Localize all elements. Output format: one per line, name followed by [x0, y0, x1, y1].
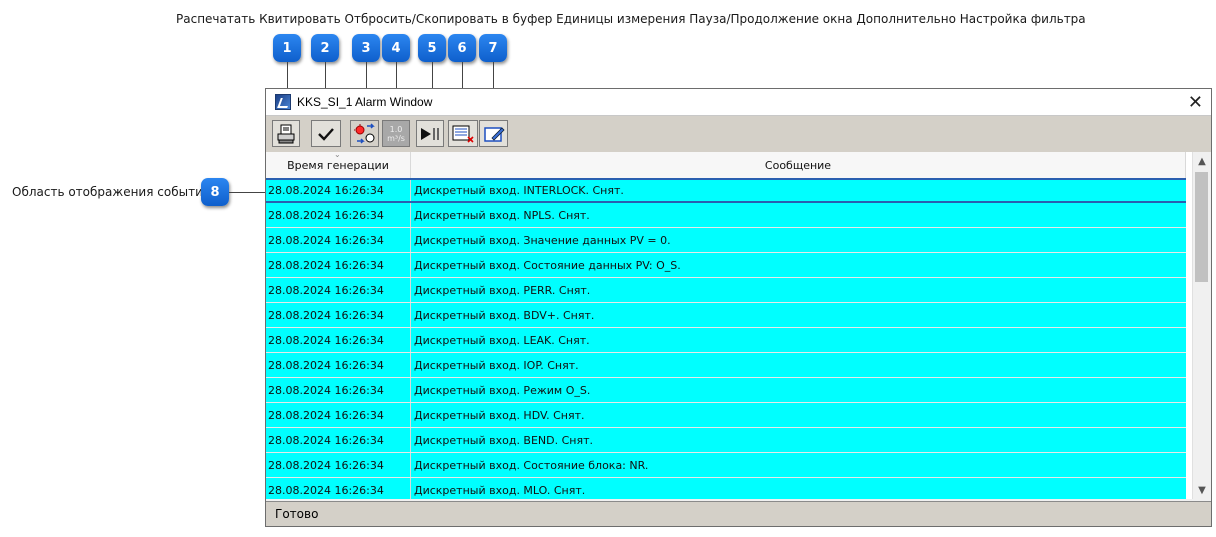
callout-left-label: Область отображения событий	[12, 185, 211, 199]
window-titlebar[interactable]: KKS_SI_1 Alarm Window ✕	[266, 89, 1211, 115]
callout-badge-1: 1	[273, 34, 301, 62]
table-row[interactable]: 28.08.2024 16:26:34 Дискретный вход. PERR…	[266, 278, 1186, 303]
row-time: 28.08.2024 16:26:34	[266, 228, 411, 252]
table-row[interactable]: 28.08.2024 16:26:34 Дискретный вход. HDV.…	[266, 403, 1186, 428]
row-message: Дискретный вход. LEAK. Снят.	[414, 333, 590, 347]
table-row[interactable]: 28.08.2024 16:26:34 Дискретный вход. INTE…	[266, 178, 1186, 203]
row-message: Дискретный вход. HDV. Снят.	[414, 408, 585, 422]
row-time: 28.08.2024 16:26:34	[266, 180, 411, 201]
row-message: Дискретный вход. IOP. Снят.	[414, 358, 579, 372]
table-row[interactable]: 28.08.2024 16:26:34 Дискретный вход. Сост…	[266, 253, 1186, 278]
additional-button[interactable]	[448, 120, 478, 147]
row-time: 28.08.2024 16:26:34	[266, 203, 411, 227]
column-header-time-label: Время генерации	[287, 158, 389, 172]
events-table: ⌄ Время генерации Сообщение 28.08.2024 1…	[266, 152, 1211, 499]
callout-badge-3: 3	[352, 34, 380, 62]
table-row[interactable]: 28.08.2024 16:26:34 Дискретный вход. BDV+…	[266, 303, 1186, 328]
row-time: 28.08.2024 16:26:34	[266, 428, 411, 452]
row-message: Дискретный вход. INTERLOCK. Снят.	[414, 184, 624, 197]
row-message: Дискретный вход. Состояние данных PV: O_…	[414, 258, 681, 272]
callout-badge-4: 4	[382, 34, 410, 62]
close-icon[interactable]: ✕	[1188, 92, 1203, 113]
list-detail-icon	[452, 125, 474, 143]
row-time: 28.08.2024 16:26:34	[266, 353, 411, 377]
units-button[interactable]: 1.0 m³/s	[382, 120, 410, 147]
units-label: 1.0 m³/s	[387, 124, 405, 143]
printer-icon	[277, 124, 295, 143]
callout-top-label: Распечатать Квитировать Отбросить/Скопир…	[176, 12, 1086, 26]
checkmark-icon	[318, 127, 334, 141]
acknowledge-button[interactable]	[311, 120, 341, 147]
table-row[interactable]: 28.08.2024 16:26:34 Дискретный вход. BEND…	[266, 428, 1186, 453]
row-time: 28.08.2024 16:26:34	[266, 253, 411, 277]
callout-badge-8: 8	[201, 178, 229, 206]
callout-badge-5: 5	[418, 34, 446, 62]
callout-line-8	[229, 192, 267, 193]
table-row[interactable]: 28.08.2024 16:26:34 Дискретный вход. NPLS…	[266, 203, 1186, 228]
row-time: 28.08.2024 16:26:34	[266, 403, 411, 427]
column-header-message-label: Сообщение	[764, 158, 832, 172]
scroll-up-icon[interactable]: ▲	[1193, 152, 1211, 170]
row-time: 28.08.2024 16:26:34	[266, 478, 411, 499]
row-message: Дискретный вход. BEND. Снят.	[414, 433, 594, 447]
play-pause-icon	[421, 127, 439, 140]
vertical-scrollbar[interactable]: ▲ ▼	[1192, 152, 1211, 499]
status-text: Готово	[275, 507, 319, 521]
column-header-message[interactable]: Сообщение	[411, 152, 1186, 178]
column-header-time[interactable]: ⌄ Время генерации	[266, 152, 411, 178]
callout-badge-7: 7	[479, 34, 507, 62]
table-row[interactable]: 28.08.2024 16:26:34 Дискретный вход. MLO.…	[266, 478, 1186, 499]
scroll-down-icon[interactable]: ▼	[1193, 481, 1211, 499]
scroll-thumb[interactable]	[1195, 172, 1208, 282]
row-time: 28.08.2024 16:26:34	[266, 453, 411, 477]
row-time: 28.08.2024 16:26:34	[266, 378, 411, 402]
toolbar: 1.0 m³/s	[266, 115, 1211, 153]
copy-to-buffer-button[interactable]	[350, 120, 379, 147]
filter-settings-button[interactable]	[479, 120, 508, 147]
filter-edit-icon	[483, 126, 505, 142]
table-row[interactable]: 28.08.2024 16:26:34 Дискретный вход. IOP.…	[266, 353, 1186, 378]
row-time: 28.08.2024 16:26:34	[266, 303, 411, 327]
app-icon	[275, 94, 291, 110]
sort-caret-icon: ⌄	[334, 152, 341, 159]
status-bar: Готово	[266, 501, 1211, 526]
callout-badge-2: 2	[311, 34, 339, 62]
alarm-window: KKS_SI_1 Alarm Window ✕ 1.0 m³/s ⌄ Время…	[265, 88, 1212, 527]
row-message: Дискретный вход. PERR. Снят.	[414, 283, 591, 297]
alarm-copy-icon	[353, 122, 375, 144]
pause-resume-button[interactable]	[416, 120, 444, 147]
callout-badge-6: 6	[448, 34, 476, 62]
row-message: Дискретный вход. Режим O_S.	[414, 383, 591, 397]
table-row[interactable]: 28.08.2024 16:26:34 Дискретный вход. Знач…	[266, 228, 1186, 253]
row-time: 28.08.2024 16:26:34	[266, 278, 411, 302]
table-header: ⌄ Время генерации Сообщение	[266, 152, 1186, 179]
row-message: Дискретный вход. NPLS. Снят.	[414, 208, 590, 222]
row-message: Дискретный вход. Значение данных PV = 0.	[414, 233, 671, 247]
row-message: Дискретный вход. BDV+. Снят.	[414, 308, 595, 322]
row-message: Дискретный вход. Состояние блока: NR.	[414, 458, 649, 472]
table-row[interactable]: 28.08.2024 16:26:34 Дискретный вход. Режи…	[266, 378, 1186, 403]
row-message: Дискретный вход. MLO. Снят.	[414, 483, 586, 497]
window-title: KKS_SI_1 Alarm Window	[297, 95, 433, 109]
table-row[interactable]: 28.08.2024 16:26:34 Дискретный вход. Сост…	[266, 453, 1186, 478]
print-button[interactable]	[272, 120, 300, 147]
table-rows: 28.08.2024 16:26:34 Дискретный вход. INTE…	[266, 178, 1186, 499]
table-row[interactable]: 28.08.2024 16:26:34 Дискретный вход. LEAK…	[266, 328, 1186, 353]
row-time: 28.08.2024 16:26:34	[266, 328, 411, 352]
